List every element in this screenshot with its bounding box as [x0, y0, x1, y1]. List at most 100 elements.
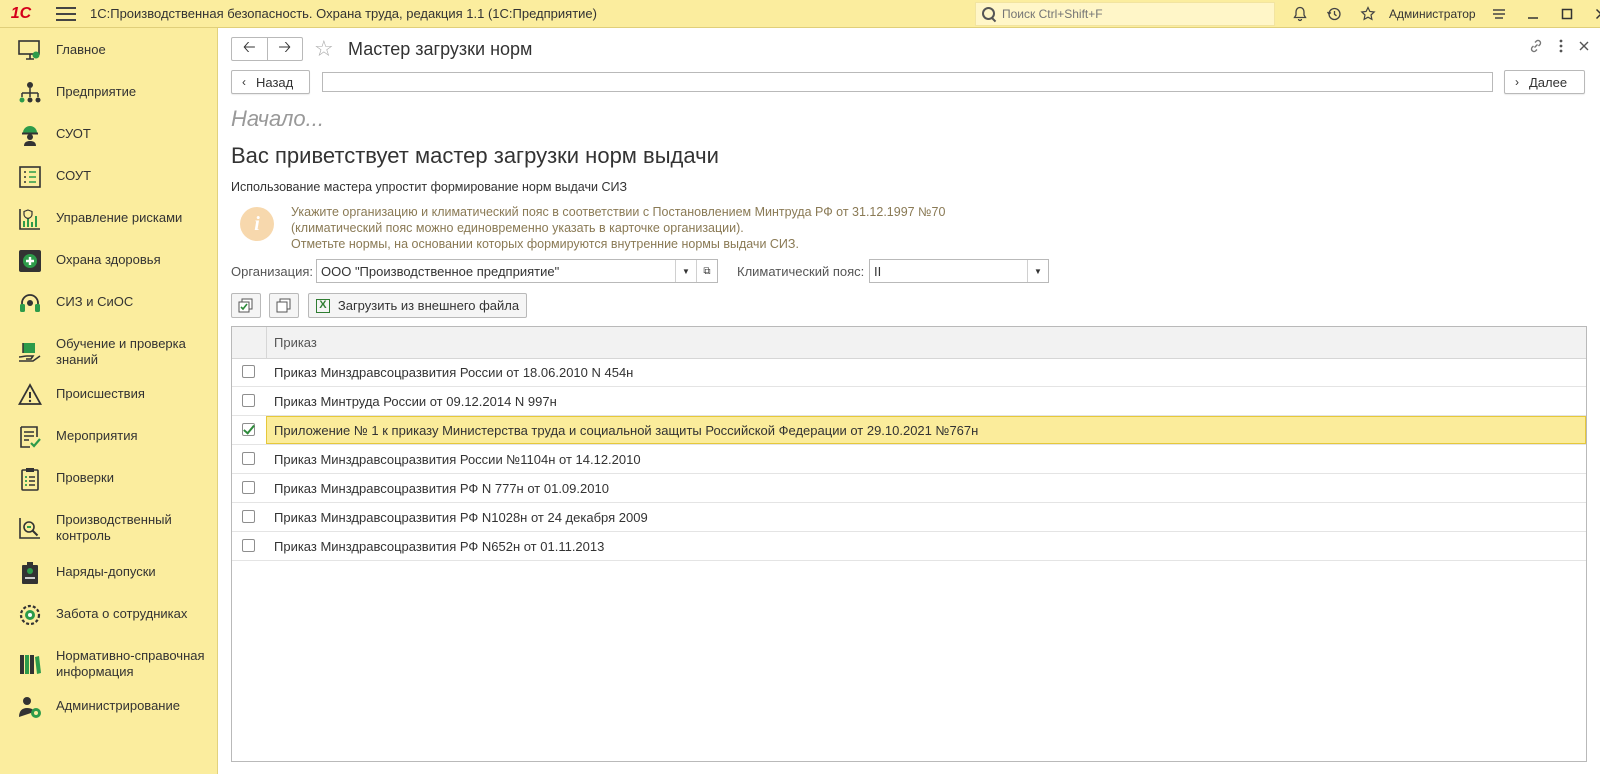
uncheck-all-button[interactable]	[269, 293, 299, 318]
row-checkbox[interactable]	[242, 394, 255, 407]
search-input[interactable]	[1000, 6, 1264, 22]
org-field[interactable]: ▼ ⧉	[316, 259, 718, 283]
favorite-star-icon[interactable]: ☆	[314, 36, 334, 62]
check-all-icon	[238, 298, 253, 312]
sidebar-item-reference[interactable]: Нормативно-справочная информация	[0, 644, 218, 684]
load-from-file-button[interactable]: X Загрузить из внешнего файла	[308, 293, 527, 318]
table-row[interactable]: Приказ Минздравсоцразвития РФ N1028н от …	[232, 503, 1586, 532]
subtitle: Использование мастера упростит формирова…	[231, 180, 628, 194]
admin-gear-icon	[17, 694, 43, 720]
chevron-left-icon: ‹	[242, 75, 246, 89]
link-icon[interactable]	[1528, 38, 1544, 58]
production-control-icon	[17, 515, 43, 541]
table-row[interactable]: Приказ Минздравсоцразвития России от 18.…	[232, 358, 1586, 387]
clipboard-icon	[17, 466, 43, 492]
favorites-icon[interactable]	[1351, 0, 1385, 28]
menu-icon[interactable]	[56, 6, 76, 21]
open-icon[interactable]: ⧉	[696, 260, 717, 282]
welcome-heading: Вас приветствует мастер загрузки норм вы…	[231, 143, 719, 168]
sidebar-item-administration[interactable]: Администрирование	[0, 694, 218, 718]
table-row-selected[interactable]: Приложение № 1 к приказу Министерства тр…	[232, 416, 1586, 445]
history-nav: 🡠 🡢	[231, 37, 303, 61]
table-row[interactable]: Приказ Минздравсоцразвития РФ N 777н от …	[232, 474, 1586, 503]
table-row[interactable]: Приказ Минздравсоцразвития России №1104н…	[232, 445, 1586, 474]
user-name[interactable]: Администратор	[1389, 7, 1476, 21]
check-all-button[interactable]	[231, 293, 261, 318]
risk-chart-icon	[17, 206, 43, 232]
row-checkbox[interactable]	[242, 481, 255, 494]
permit-icon	[17, 560, 43, 586]
form-close-icon[interactable]	[1578, 38, 1590, 58]
form-title: Мастер загрузки норм	[348, 39, 533, 59]
medical-cross-icon	[17, 248, 43, 274]
sidebar-item-health[interactable]: Охрана здоровья	[0, 248, 218, 272]
books-icon	[17, 651, 43, 677]
wizard-form: 🡠 🡢 ☆ Мастер загрузки норм ‹ Назад › Дал…	[218, 28, 1600, 774]
monitor-icon	[17, 38, 43, 64]
more-icon[interactable]	[1558, 38, 1564, 58]
org-input[interactable]	[317, 262, 675, 280]
sidebar-item-siz[interactable]: СИЗ и СиОС	[0, 290, 218, 314]
progress-bar	[322, 72, 1493, 92]
info-icon: i	[240, 207, 274, 241]
table-row[interactable]: Приказ Минтруда России от 09.12.2014 N 9…	[232, 387, 1586, 416]
dropdown-arrow-icon[interactable]: ▼	[675, 260, 696, 282]
sidebar-item-main[interactable]: Главное	[0, 38, 218, 62]
bell-icon[interactable]	[1283, 0, 1317, 28]
next-button[interactable]: › Далее	[1504, 70, 1585, 94]
row-checkbox[interactable]	[242, 539, 255, 552]
history-icon[interactable]	[1317, 0, 1351, 28]
climate-label: Климатический пояс:	[737, 264, 865, 279]
sidebar-item-inspections[interactable]: Проверки	[0, 466, 218, 492]
warning-icon	[17, 382, 43, 408]
minimize-icon[interactable]	[1516, 0, 1550, 28]
global-search[interactable]	[975, 2, 1275, 26]
back-button[interactable]: ‹ Назад	[231, 70, 310, 94]
row-checkbox[interactable]	[242, 452, 255, 465]
excel-icon: X	[315, 298, 330, 313]
info-text: Укажите организацию и климатический пояс…	[291, 205, 946, 251]
sidebar-item-activities[interactable]: Мероприятия	[0, 424, 218, 448]
sidebar-item-care[interactable]: Забота о сотрудниках	[0, 602, 218, 626]
close-icon[interactable]	[1584, 0, 1600, 28]
column-header-order[interactable]: Приказ	[274, 335, 317, 350]
back-arrow-icon[interactable]: 🡠	[232, 38, 268, 60]
search-icon	[982, 7, 996, 21]
sidebar-item-risks[interactable]: Управление рисками	[0, 206, 218, 230]
dropdown-arrow-icon[interactable]: ▼	[1027, 260, 1048, 282]
maximize-icon[interactable]	[1550, 0, 1584, 28]
app-title: 1С:Производственная безопасность. Охрана…	[90, 6, 597, 21]
orders-table: Приказ Приказ Минздравсоцразвития России…	[231, 326, 1587, 762]
book-hand-icon	[17, 339, 43, 365]
title-bar: 1С 1С:Производственная безопасность. Охр…	[0, 0, 1600, 28]
app-logo[interactable]: 1С	[0, 0, 42, 28]
sidebar-item-suot[interactable]: СУОТ	[0, 122, 218, 146]
climate-input[interactable]	[870, 262, 1027, 280]
sidebar-item-permits[interactable]: Наряды-допуски	[0, 560, 218, 584]
chevron-right-icon: ›	[1515, 75, 1519, 89]
row-checkbox[interactable]	[242, 510, 255, 523]
sidebar-item-enterprise[interactable]: Предприятие	[0, 80, 218, 104]
climate-field[interactable]: ▼	[869, 259, 1049, 283]
forward-arrow-icon[interactable]: 🡢	[268, 38, 303, 60]
task-list-icon	[17, 424, 43, 450]
care-gear-icon	[17, 602, 43, 628]
worker-helmet-icon	[17, 122, 43, 148]
headset-icon	[17, 290, 43, 316]
sidebar-item-incidents[interactable]: Происшествия	[0, 382, 218, 406]
sections-panel: Главное Предприятие СУОТ СОУТ Управление…	[0, 28, 218, 774]
sidebar-item-production-control[interactable]: Производственный контроль	[0, 508, 218, 548]
table-row[interactable]: Приказ Минздравсоцразвития РФ N652н от 0…	[232, 532, 1586, 561]
step-title: Начало...	[231, 106, 325, 131]
uncheck-all-icon	[276, 298, 291, 312]
checklist-icon	[17, 164, 43, 190]
checkbox-column-header	[232, 327, 267, 358]
row-checkbox-checked[interactable]	[242, 423, 255, 436]
sidebar-item-training[interactable]: Обучение и проверка знаний	[0, 332, 218, 372]
row-checkbox[interactable]	[242, 365, 255, 378]
table-header: Приказ	[232, 327, 1586, 359]
settings-menu-icon[interactable]	[1482, 0, 1516, 28]
org-label: Организация:	[231, 264, 314, 279]
sidebar-item-sout[interactable]: СОУТ	[0, 164, 218, 188]
org-structure-icon	[17, 80, 43, 106]
